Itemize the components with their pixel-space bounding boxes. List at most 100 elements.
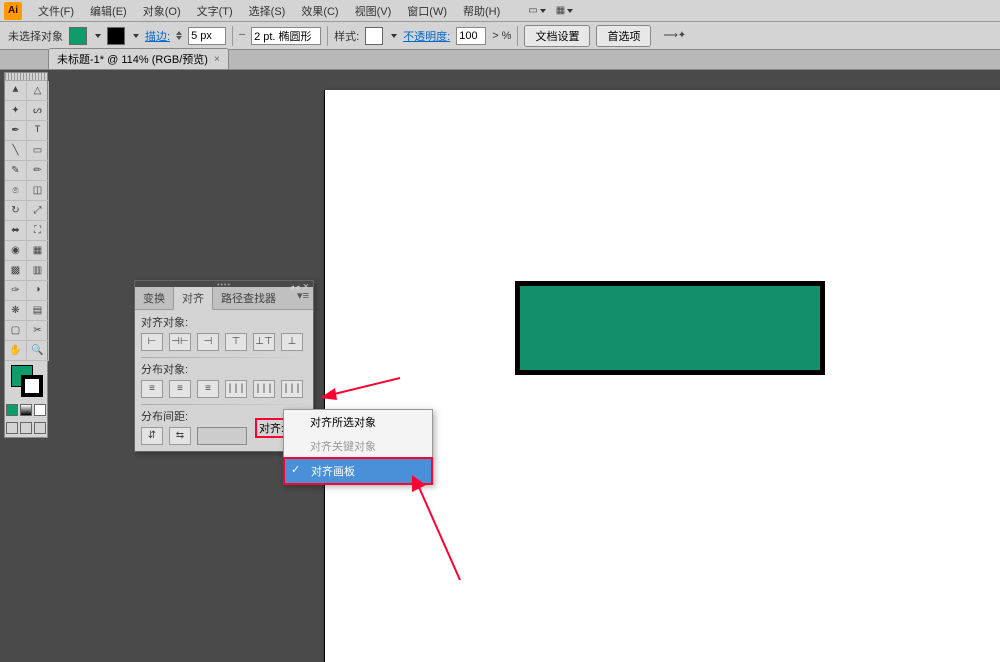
type-tool[interactable]: T [27, 121, 49, 141]
stroke-stepper[interactable] [176, 31, 182, 40]
dist-right-button[interactable]: ||| [281, 380, 303, 398]
toolbox-grip[interactable] [5, 73, 47, 81]
free-transform-tool[interactable]: ⛶ [27, 221, 49, 241]
symbol-sprayer-tool[interactable]: ❋ [5, 301, 27, 321]
panel-close-icon[interactable]: × [303, 281, 309, 294]
align-to-key-object-item: 对齐关键对象 [284, 434, 432, 458]
direct-selection-tool[interactable]: △ [27, 81, 49, 101]
rectangle-shape[interactable] [515, 281, 825, 375]
align-right-button[interactable]: ⊣ [197, 333, 219, 351]
draw-normal[interactable] [6, 422, 18, 434]
color-mode[interactable] [6, 404, 18, 416]
scale-tool[interactable]: ⤢ [27, 201, 49, 221]
selection-tool[interactable]: ▲ [5, 81, 27, 101]
opacity-input[interactable] [456, 27, 486, 45]
spacing-input[interactable] [197, 427, 247, 445]
dist-vspace-button[interactable]: ⇵ [141, 427, 163, 445]
pencil-tool[interactable]: ✏ [27, 161, 49, 181]
line-tool[interactable]: ╲ [5, 141, 27, 161]
doc-setup-button[interactable]: 文档设置 [524, 25, 590, 47]
stroke-link[interactable]: 描边: [145, 28, 170, 44]
width-tool[interactable]: ⬌ [5, 221, 27, 241]
stroke-width-input[interactable] [188, 27, 226, 45]
tab-pathfinder[interactable]: 路径查找器 [213, 287, 284, 309]
perspective-tool[interactable]: ▦ [27, 241, 49, 261]
eraser-tool[interactable]: ◫ [27, 181, 49, 201]
zoom-tool[interactable]: 🔍 [27, 341, 49, 361]
dist-vcenter-button[interactable]: ≡ [169, 380, 191, 398]
dist-hspace-button[interactable]: ⇆ [169, 427, 191, 445]
menu-type[interactable]: 文字(T) [189, 3, 241, 19]
dist-left-button[interactable]: ||| [225, 380, 247, 398]
align-to-artboard-item[interactable]: ✓ 对齐画板 [283, 457, 433, 485]
menu-view[interactable]: 视图(V) [347, 3, 400, 19]
rectangle-tool[interactable]: ▭ [27, 141, 49, 161]
blend-tool[interactable]: ◑ [27, 281, 49, 301]
slice-tool[interactable]: ✂ [27, 321, 49, 341]
check-icon: ✓ [291, 463, 300, 476]
menu-object[interactable]: 对象(O) [135, 3, 189, 19]
document-tab[interactable]: 未标题-1* @ 114% (RGB/预览) × [48, 48, 229, 69]
align-bottom-button[interactable]: ⊥ [281, 333, 303, 351]
dist-bottom-button[interactable]: ≡ [197, 380, 219, 398]
close-tab-icon[interactable]: × [214, 54, 220, 65]
draw-behind[interactable] [20, 422, 32, 434]
draw-inside[interactable] [34, 422, 46, 434]
menu-help[interactable]: 帮助(H) [455, 3, 508, 19]
preferences-button[interactable]: 首选项 [596, 25, 651, 47]
menu-effect[interactable]: 效果(C) [293, 3, 346, 19]
stroke-color[interactable] [21, 375, 43, 397]
workspace-switcher[interactable]: ▦ [556, 5, 573, 17]
gradient-mode[interactable] [20, 404, 32, 416]
style-label: 样式: [334, 28, 359, 44]
dist-top-button[interactable]: ≡ [141, 380, 163, 398]
paintbrush-tool[interactable]: ✎ [5, 161, 27, 181]
eyedropper-tool[interactable]: ✑ [5, 281, 27, 301]
menu-file[interactable]: 文件(F) [30, 3, 82, 19]
menu-bar: Ai 文件(F) 编辑(E) 对象(O) 文字(T) 选择(S) 效果(C) 视… [0, 0, 1000, 22]
gradient-tool[interactable]: ▥ [27, 261, 49, 281]
lasso-tool[interactable]: ᔕ [27, 101, 49, 121]
tab-align[interactable]: 对齐 [173, 287, 213, 310]
distribute-objects-label: 分布对象: [141, 361, 307, 377]
menu-select[interactable]: 选择(S) [241, 3, 294, 19]
panel-tabs: 变换 对齐 路径查找器 ▾≡ [135, 287, 313, 310]
artboard[interactable] [324, 90, 1000, 662]
layout-icon[interactable]: ▭ [528, 5, 545, 17]
brush-def-icon[interactable]: — [239, 30, 245, 41]
opacity-unit: > % [492, 30, 511, 42]
graph-tool[interactable]: ▤ [27, 301, 49, 321]
mesh-tool[interactable]: ▩ [5, 261, 27, 281]
color-picker[interactable] [5, 361, 47, 401]
tab-transform[interactable]: 变换 [135, 287, 173, 309]
panel-titlebar[interactable]: •••• ◂◂× [135, 281, 313, 287]
hand-tool[interactable]: ✋ [5, 341, 27, 361]
artboard-tool[interactable]: ▢ [5, 321, 27, 341]
rotate-tool[interactable]: ↻ [5, 201, 27, 221]
control-bar: 未选择对象 描边: — 样式: 不透明度: > % 文档设置 首选项 ⟶✦ [0, 22, 1000, 50]
brush-profile-input[interactable] [251, 27, 321, 45]
align-hcenter-button[interactable]: ⊣⊢ [169, 333, 191, 351]
menu-window[interactable]: 窗口(W) [399, 3, 455, 19]
align-icon[interactable]: ⟶✦ [663, 30, 686, 42]
align-objects-label: 对齐对象: [141, 314, 307, 330]
document-tab-title: 未标题-1* @ 114% (RGB/预览) [57, 51, 208, 67]
blob-brush-tool[interactable]: ෧ [5, 181, 27, 201]
align-to-dropdown: 对齐所选对象 对齐关键对象 ✓ 对齐画板 [283, 409, 433, 485]
panel-collapse-icon[interactable]: ◂◂ [289, 281, 300, 294]
pen-tool[interactable]: ✒ [5, 121, 27, 141]
align-top-button[interactable]: ⊤ [225, 333, 247, 351]
dist-hcenter-button[interactable]: ||| [253, 380, 275, 398]
opacity-link[interactable]: 不透明度: [403, 28, 450, 44]
shape-builder-tool[interactable]: ◉ [5, 241, 27, 261]
align-to-selection-item[interactable]: 对齐所选对象 [284, 410, 432, 434]
stroke-swatch[interactable] [107, 27, 125, 45]
menu-edit[interactable]: 编辑(E) [82, 3, 135, 19]
align-to-label: 对齐: [259, 420, 284, 436]
magic-wand-tool[interactable]: ✦ [5, 101, 27, 121]
style-swatch[interactable] [365, 27, 383, 45]
align-vcenter-button[interactable]: ⊥⊤ [253, 333, 275, 351]
none-mode[interactable] [34, 404, 46, 416]
align-left-button[interactable]: ⊢ [141, 333, 163, 351]
fill-swatch[interactable] [69, 27, 87, 45]
